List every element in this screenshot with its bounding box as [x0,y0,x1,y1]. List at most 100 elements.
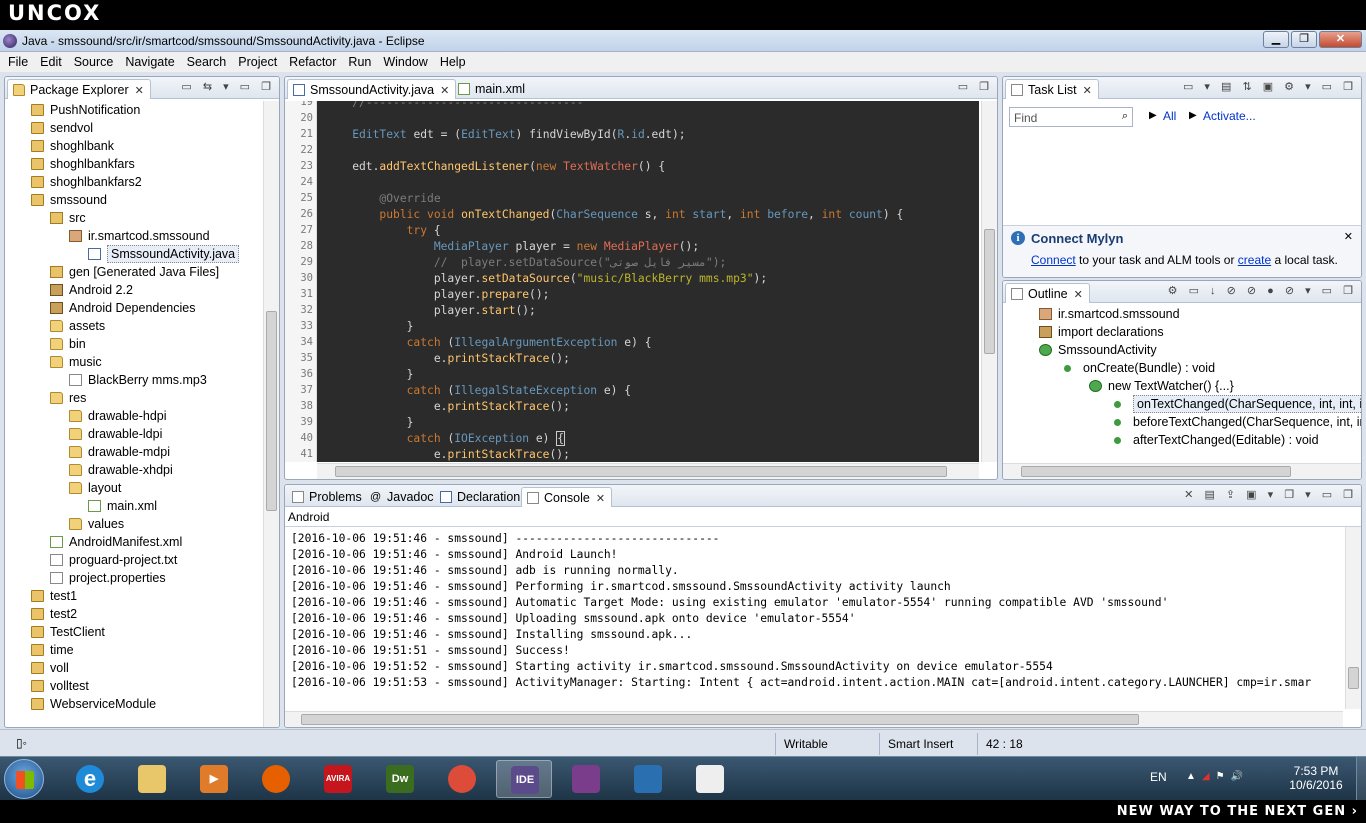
tree-item[interactable]: src [5,209,261,227]
code-line[interactable]: e.printStackTrace(); [325,448,570,461]
code-line[interactable]: catch (IllegalStateException e) { [325,384,631,397]
tab-console[interactable]: Console ✕ [521,487,613,507]
tree-item[interactable]: ir.smartcod.smssound [5,227,261,245]
tree-item[interactable]: volltest [5,677,261,695]
tree-item[interactable]: shoghlbankfars [5,155,261,173]
close-icon[interactable]: ✕ [1074,289,1083,301]
connect-link[interactable]: Connect [1031,253,1076,267]
taskbar-notepad[interactable] [682,760,738,798]
all-link[interactable]: All [1163,109,1176,123]
tree-item[interactable]: Android 2.2 [5,281,261,299]
tree-item[interactable]: gen [Generated Java Files] [5,263,261,281]
view-toolbar[interactable]: ▭ ⇆ ▾ ▭ ❐ [181,80,275,93]
close-icon[interactable]: ✕ [1083,85,1092,97]
menu-help[interactable]: Help [434,52,472,72]
view-toolbar[interactable]: ▭ ▾ ▤ ⇅ ▣ ⚙ ▾ ▭ ❐ [1183,80,1357,93]
tree-item[interactable]: bin [5,335,261,353]
tree-item[interactable]: test2 [5,605,261,623]
taskbar-eclipse[interactable] [620,760,676,798]
console-vertical-scrollbar[interactable] [1345,527,1361,709]
outline-horizontal-scrollbar[interactable] [1003,463,1361,479]
code-line[interactable]: catch (IllegalArgumentException e) { [325,336,652,349]
editor-vertical-scrollbar[interactable] [981,101,997,462]
close-icon[interactable]: ✕ [1344,230,1353,243]
tree-item[interactable]: values [5,515,261,533]
tree-item[interactable]: import declarations [1003,323,1361,341]
tree-item[interactable]: proguard-project.txt [5,551,261,569]
tab-smssoundactivity-java[interactable]: SmssoundActivity.java ✕ [287,79,457,99]
menu-edit[interactable]: Edit [34,52,68,72]
start-button[interactable] [4,759,44,799]
package-explorer-scrollbar[interactable] [263,101,279,727]
tree-item[interactable]: drawable-mdpi [5,443,261,461]
menu-search[interactable]: Search [181,52,233,72]
tree-item[interactable]: SmssoundActivity [1003,341,1361,359]
tree-item[interactable]: TestClient [5,623,261,641]
tree-item[interactable]: project.properties [5,569,261,587]
console-output[interactable]: [2016-10-06 19:51:46 - smssound] -------… [285,531,1343,709]
code-line[interactable]: @Override [325,192,440,205]
maximize-button[interactable]: ❐ [1291,31,1317,48]
taskbar-firefox[interactable] [248,760,304,798]
code-area[interactable]: 19 20 21 22 23 24 25 26 27 28 29 30 31 32 33 34 35 36 37 38… [285,101,979,462]
menu-refactor[interactable]: Refactor [283,52,342,72]
menu-source[interactable]: Source [68,52,120,72]
tree-item[interactable]: onCreate(Bundle) : void [1003,359,1361,377]
taskbar-media-player[interactable]: ▶ [186,760,242,798]
tree-item[interactable]: beforeTextChanged(CharSequence, int, int [1003,413,1361,431]
tree-item[interactable]: time [5,641,261,659]
tree-item[interactable]: new TextWatcher() {...} [1003,377,1361,395]
tree-item[interactable]: music [5,353,261,371]
taskbar-winrar[interactable] [558,760,614,798]
clock[interactable]: 7:53 PM 10/6/2016 [1288,764,1344,792]
tree-item[interactable]: shoghlbank [5,137,261,155]
tree-item[interactable]: PushNotification [5,101,261,119]
code-line[interactable]: e.printStackTrace(); [325,352,570,365]
fast-view-icon[interactable]: ▯◦ [16,736,27,750]
tree-item[interactable]: sendvol [5,119,261,137]
taskbar-dreamweaver[interactable]: Dw [372,760,428,798]
tree-item[interactable]: WebserviceModule [5,695,261,713]
code-line[interactable]: player.setDataSource("music/BlackBerry m… [325,272,767,285]
code-line[interactable]: e.printStackTrace(); [325,400,570,413]
code-line[interactable]: //-------------------------------- [325,101,583,109]
tab-javadoc[interactable]: @ Javadoc [365,487,440,507]
code-line[interactable]: edt.addTextChangedListener(new TextWatch… [325,160,665,173]
code-line[interactable]: public void onTextChanged(CharSequence s… [325,208,903,221]
menu-file[interactable]: File [2,52,34,72]
menu-run[interactable]: Run [342,52,377,72]
tree-item[interactable]: onTextChanged(CharSequence, int, int, in… [1003,395,1361,413]
tree-item[interactable]: SmssoundActivity.java [5,245,261,263]
code-line[interactable]: } [325,368,414,381]
activate-link[interactable]: Activate... [1203,109,1256,123]
code-line[interactable]: try { [325,224,441,237]
tree-item[interactable]: ir.smartcod.smssound [1003,305,1361,323]
tree-item[interactable]: main.xml [5,497,261,515]
tree-item[interactable]: res [5,389,261,407]
menu-project[interactable]: Project [232,52,283,72]
tree-item[interactable]: test1 [5,587,261,605]
show-desktop-button[interactable] [1356,757,1366,801]
code-line[interactable]: } [325,416,414,429]
taskbar-file-explorer[interactable] [124,760,180,798]
tree-item[interactable]: AndroidManifest.xml [5,533,261,551]
taskbar-eclipse-java-ee[interactable]: IDE [496,760,552,798]
view-toolbar[interactable]: ▭ ❐ [958,80,993,93]
tray-icons[interactable]: ▲◢⚑🔊 [1186,771,1249,782]
tree-item[interactable]: assets [5,317,261,335]
tree-item[interactable]: BlackBerry mms.mp3 [5,371,261,389]
tree-item[interactable]: layout [5,479,261,497]
tab-task-list[interactable]: Task List ✕ [1005,79,1099,99]
menu-navigate[interactable]: Navigate [119,52,180,72]
code-line[interactable]: catch (IOException e) { [325,431,566,446]
task-find-field[interactable]: Find ⌕ [1009,107,1133,127]
language-indicator[interactable]: EN [1150,770,1167,784]
code-line[interactable]: player.prepare(); [325,288,550,301]
view-toolbar[interactable]: ✕ ▤ ⇪ ▣ ▾ ❐ ▾ ▭ ❐ [1184,488,1357,501]
editor-horizontal-scrollbar[interactable] [317,463,979,479]
view-toolbar[interactable]: ⚙ ▭ ↓ ⊘ ⊘ ● ⊘ ▾ ▭ ❐ [1168,284,1357,297]
tab-problems[interactable]: Problems [287,487,368,507]
tree-item[interactable]: drawable-ldpi [5,425,261,443]
tree-item[interactable]: afterTextChanged(Editable) : void [1003,431,1361,449]
tab-main-xml[interactable]: main.xml [453,79,531,99]
